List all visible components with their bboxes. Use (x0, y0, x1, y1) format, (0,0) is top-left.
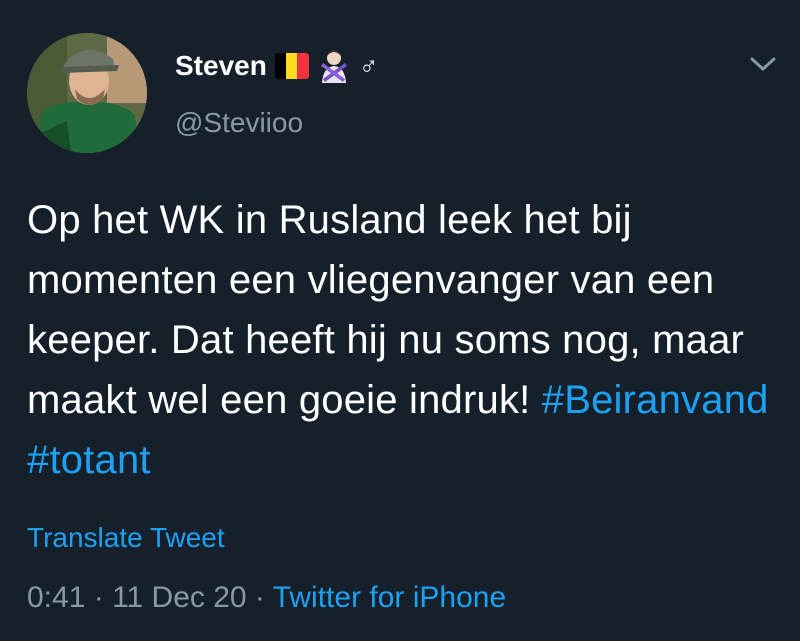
person-gesturing-no-icon (320, 50, 347, 83)
meta-separator: · (246, 581, 273, 614)
user-header[interactable]: Steven ♂ (175, 44, 378, 88)
tweet-text: Op het WK in Rusland leek het bij moment… (27, 190, 787, 490)
chevron-down-icon[interactable] (748, 52, 778, 76)
tweet-time[interactable]: 0:41 (27, 581, 85, 614)
tweet-date[interactable]: 11 Dec 20 (112, 581, 247, 614)
avatar-photo (27, 33, 147, 153)
hashtag-link[interactable]: #totant (27, 438, 151, 482)
tweet-source-link[interactable]: Twitter for iPhone (273, 581, 506, 614)
tweet-metadata: 0:41 · 11 Dec 20 · Twitter for iPhone (27, 578, 506, 618)
hashtag-link[interactable]: #Beiranvand (542, 378, 769, 422)
belgium-flag-icon (274, 53, 309, 79)
meta-separator: · (85, 581, 113, 614)
male-sign-icon: ♂ (358, 51, 379, 81)
avatar[interactable] (27, 33, 147, 153)
user-handle[interactable]: @Steviioo (175, 103, 303, 143)
display-name[interactable]: Steven (175, 44, 267, 88)
translate-tweet-link[interactable]: Translate Tweet (27, 518, 225, 558)
